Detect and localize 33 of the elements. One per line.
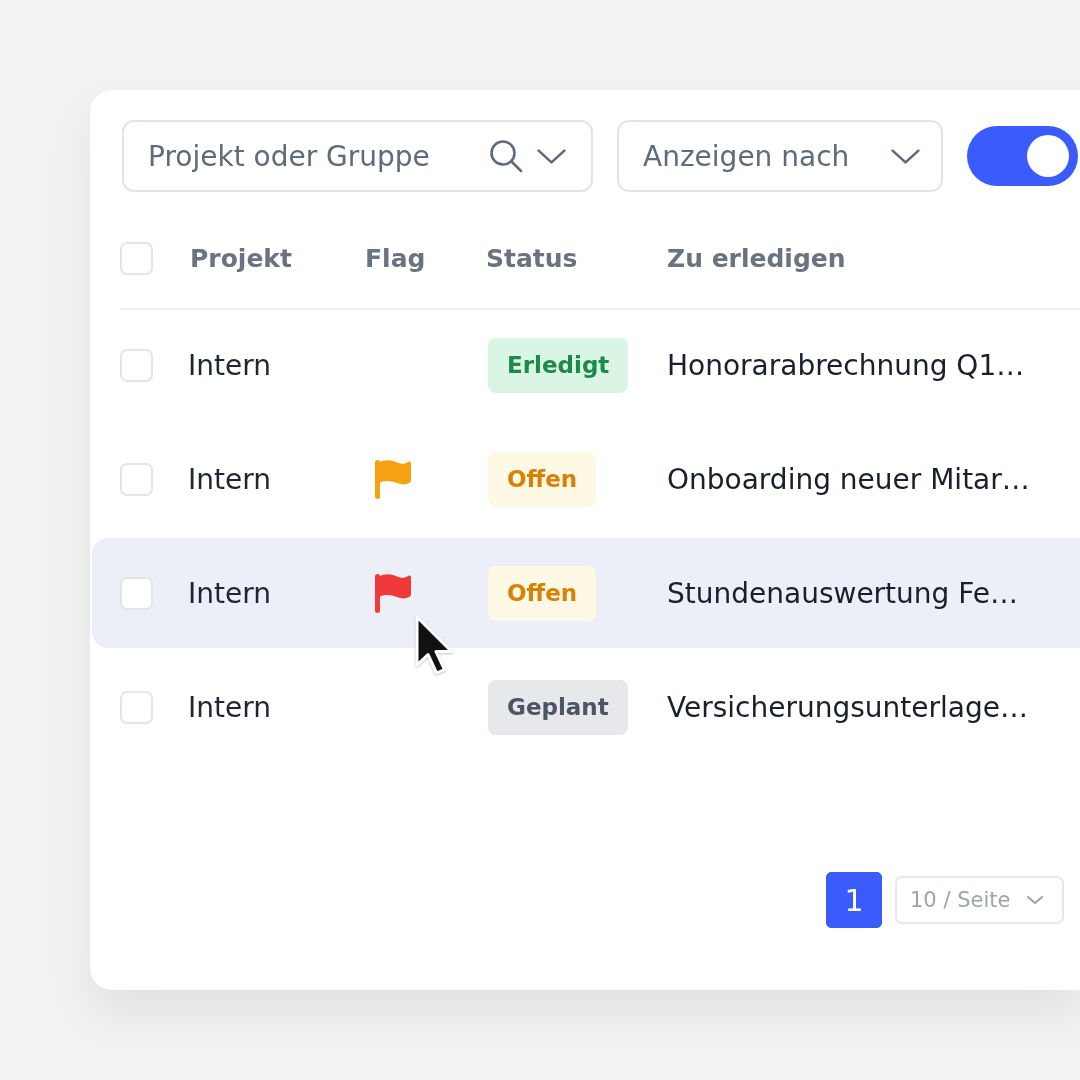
table-row[interactable]: Intern Erledigt Honorarabrechnung Q1…	[92, 310, 1080, 420]
chevron-down-icon	[1026, 895, 1044, 905]
checkbox[interactable]	[120, 348, 153, 382]
checkbox[interactable]	[120, 241, 153, 275]
table-row[interactable]: Intern Offen Onboarding neuer Mitar…	[92, 424, 1080, 534]
search-field[interactable]: Projekt oder Gruppe	[122, 120, 593, 192]
task-cell-text: Honorarabrechnung Q1…	[666, 348, 1026, 382]
search-icon	[489, 139, 523, 173]
view-dropdown[interactable]: Anzeigen nach	[617, 120, 943, 192]
column-header: Status	[485, 243, 578, 273]
task-cell-text: Stundenauswertung Fe…	[666, 576, 1020, 610]
status-badge: Offen	[488, 451, 597, 507]
project-cell-text: Intern	[188, 690, 272, 724]
table-row[interactable]: Intern Offen Stundenauswertung Fe…	[92, 538, 1080, 648]
project-cell-text: Intern	[188, 462, 272, 496]
project-cell-text: Intern	[188, 576, 272, 610]
chevron-down-icon	[536, 147, 567, 165]
status-badge: Offen	[488, 565, 597, 621]
column-header: Projekt	[189, 243, 292, 273]
chevron-down-icon	[890, 147, 921, 165]
column-header: Flag	[364, 243, 426, 273]
checkbox[interactable]	[120, 690, 153, 724]
task-cell-text: Onboarding neuer Mitar…	[666, 462, 1031, 496]
status-badge: Erledigt	[488, 337, 629, 393]
checkbox[interactable]	[120, 576, 153, 610]
project-cell-text: Intern	[188, 348, 272, 382]
column-header: Zu erledigen	[666, 243, 846, 273]
task-cell-text: Versicherungsunterlage…	[666, 690, 1029, 724]
table-row[interactable]: Intern Geplant Versicherungsunterlage…	[92, 652, 1080, 762]
status-badge: Geplant	[488, 679, 628, 735]
page-button[interactable]: 1	[826, 872, 882, 928]
toggle-switch[interactable]	[967, 126, 1078, 186]
checkbox[interactable]	[120, 462, 153, 496]
